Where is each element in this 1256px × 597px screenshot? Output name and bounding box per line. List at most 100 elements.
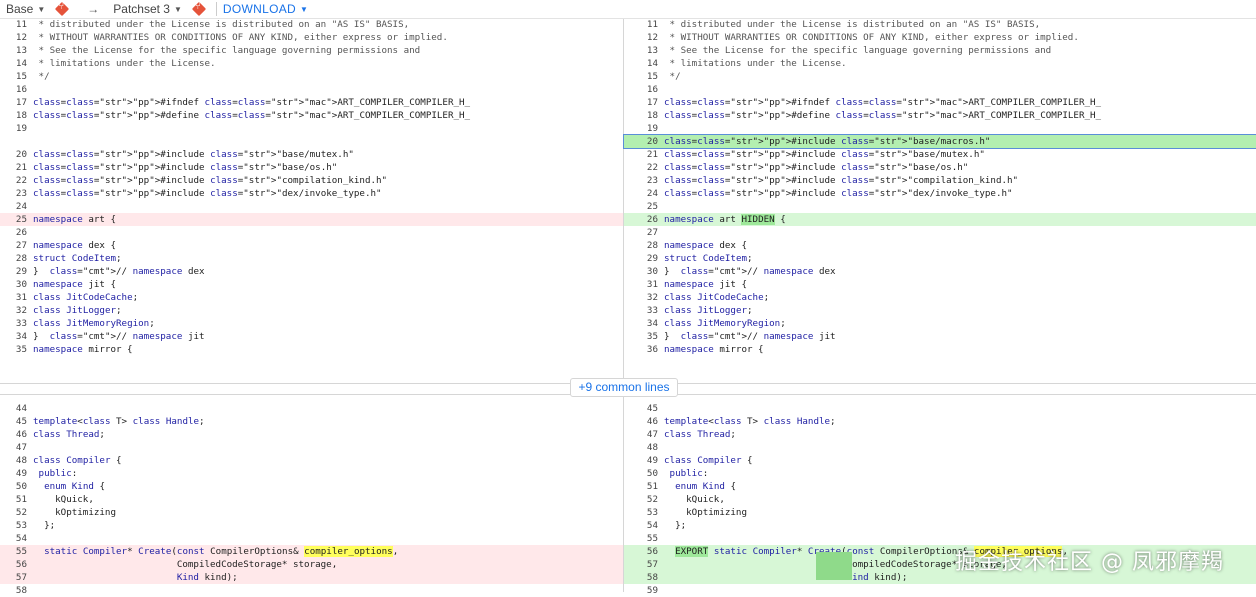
line-number[interactable]: 11: [624, 18, 658, 31]
code-text: class=class="str">"pp">#include class="s…: [664, 162, 969, 173]
line-number[interactable]: 21: [624, 148, 658, 161]
added-word-highlight: [816, 552, 852, 580]
line-number[interactable]: 25: [624, 200, 658, 213]
line-number[interactable]: 18: [624, 109, 658, 122]
diff-line: 23 class=class="str">"pp">#include class=…: [0, 187, 623, 200]
line-number[interactable]: 34: [0, 330, 27, 343]
diff-line: 11 * distributed under the License is di…: [624, 18, 1256, 31]
line-number[interactable]: 27: [0, 239, 27, 252]
line-number[interactable]: 59: [624, 584, 658, 597]
line-number[interactable]: 36: [624, 343, 658, 356]
diff-line: 59: [624, 584, 1256, 597]
line-number[interactable]: 55: [624, 532, 658, 545]
line-number[interactable]: 19: [0, 122, 27, 135]
line-number[interactable]: 33: [0, 317, 27, 330]
line-number[interactable]: 56: [624, 545, 658, 558]
line-number[interactable]: 20: [0, 148, 27, 161]
diff-line: 18 class=class="str">"pp">#define class=c…: [624, 109, 1256, 122]
line-number[interactable]: 56: [0, 558, 27, 571]
line-number[interactable]: 13: [0, 44, 27, 57]
line-number[interactable]: 31: [0, 291, 27, 304]
line-number[interactable]: 26: [0, 226, 27, 239]
line-number[interactable]: 35: [0, 343, 27, 356]
code-text: namespace jit {: [664, 279, 747, 290]
line-number[interactable]: 14: [0, 57, 27, 70]
line-number[interactable]: 25: [0, 213, 27, 226]
line-number[interactable]: 46: [624, 415, 658, 428]
line-number[interactable]: 28: [0, 252, 27, 265]
line-number[interactable]: 54: [624, 519, 658, 532]
line-number[interactable]: 28: [624, 239, 658, 252]
line-number[interactable]: 52: [624, 493, 658, 506]
line-number[interactable]: 45: [624, 402, 658, 415]
base-selector[interactable]: Base ▼: [6, 2, 45, 16]
line-number[interactable]: 49: [624, 454, 658, 467]
line-number[interactable]: 51: [624, 480, 658, 493]
line-number[interactable]: 29: [0, 265, 27, 278]
line-number[interactable]: 47: [624, 428, 658, 441]
diff-line: 31 namespace jit {: [624, 278, 1256, 291]
line-number[interactable]: 24: [624, 187, 658, 200]
line-number[interactable]: 49: [0, 467, 27, 480]
code-text: class Thread;: [33, 429, 105, 440]
line-number[interactable]: 35: [624, 330, 658, 343]
line-number[interactable]: 47: [0, 441, 27, 454]
line-number[interactable]: 30: [624, 265, 658, 278]
line-number[interactable]: 15: [624, 70, 658, 83]
expand-common-lines-button[interactable]: +9 common lines: [570, 378, 678, 397]
line-number[interactable]: 22: [0, 174, 27, 187]
code-text: CompiledCodeStorage* storage,: [33, 559, 338, 570]
line-number[interactable]: 53: [624, 506, 658, 519]
line-number[interactable]: 57: [624, 558, 658, 571]
line-number[interactable]: 15: [0, 70, 27, 83]
line-number[interactable]: 32: [0, 304, 27, 317]
line-number[interactable]: 13: [624, 44, 658, 57]
line-number[interactable]: 50: [0, 480, 27, 493]
line-number[interactable]: 20: [624, 135, 658, 148]
line-number[interactable]: 54: [0, 532, 27, 545]
line-number[interactable]: 26: [624, 213, 658, 226]
line-number[interactable]: 46: [0, 428, 27, 441]
line-number[interactable]: 48: [624, 441, 658, 454]
line-number[interactable]: 31: [624, 278, 658, 291]
diff-line: 50 public:: [624, 467, 1256, 480]
line-number[interactable]: 23: [624, 174, 658, 187]
patchset-selector[interactable]: Patchset 3 ▼: [113, 2, 182, 16]
line-number[interactable]: 50: [624, 467, 658, 480]
line-number[interactable]: 48: [0, 454, 27, 467]
line-number[interactable]: 32: [624, 291, 658, 304]
line-number[interactable]: 58: [0, 584, 27, 597]
line-number[interactable]: 29: [624, 252, 658, 265]
line-number[interactable]: 16: [624, 83, 658, 96]
line-number[interactable]: 12: [624, 31, 658, 44]
line-number[interactable]: 51: [0, 493, 27, 506]
line-number[interactable]: 21: [0, 161, 27, 174]
line-number[interactable]: 58: [624, 571, 658, 584]
line-number[interactable]: 27: [624, 226, 658, 239]
line-number[interactable]: 11: [0, 18, 27, 31]
line-number[interactable]: 53: [0, 519, 27, 532]
line-number[interactable]: 22: [624, 161, 658, 174]
line-number[interactable]: 18: [0, 109, 27, 122]
diff-line: 11 * distributed under the License is di…: [0, 18, 623, 31]
code-text: class=class="str">"pp">#include class="s…: [664, 188, 1013, 199]
line-number[interactable]: 55: [0, 545, 27, 558]
line-number[interactable]: 57: [0, 571, 27, 584]
line-number[interactable]: 44: [0, 402, 27, 415]
line-number[interactable]: 19: [624, 122, 658, 135]
line-number[interactable]: 30: [0, 278, 27, 291]
line-number[interactable]: 34: [624, 317, 658, 330]
line-number[interactable]: 17: [0, 96, 27, 109]
line-number[interactable]: 24: [0, 200, 27, 213]
diff-line: 48: [624, 441, 1256, 454]
line-number[interactable]: 14: [624, 57, 658, 70]
line-number[interactable]: 23: [0, 187, 27, 200]
line-number[interactable]: 33: [624, 304, 658, 317]
line-number[interactable]: 16: [0, 83, 27, 96]
line-number[interactable]: 17: [624, 96, 658, 109]
line-number[interactable]: 52: [0, 506, 27, 519]
line-number[interactable]: 12: [0, 31, 27, 44]
diff-line: 58: [0, 584, 623, 597]
line-number[interactable]: 45: [0, 415, 27, 428]
download-button[interactable]: DOWNLOAD ▼: [223, 2, 308, 16]
